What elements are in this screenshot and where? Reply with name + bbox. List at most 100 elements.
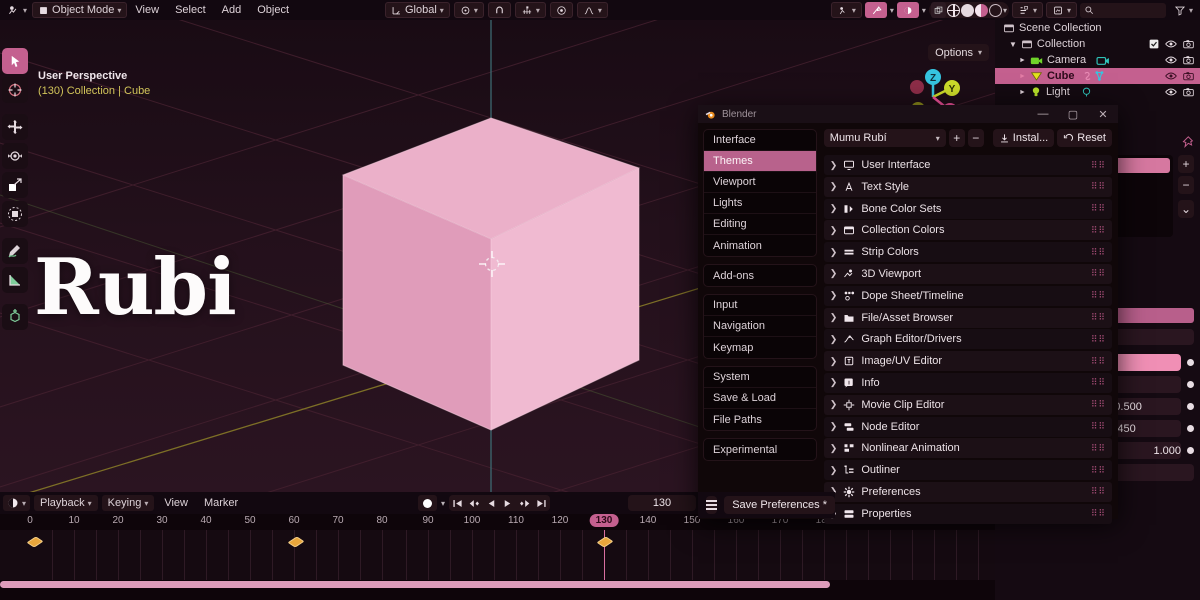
drag-grip-icon[interactable]: ⠿⠿	[1091, 313, 1106, 322]
timeline-editor-icon[interactable]: ▾	[3, 495, 31, 511]
keyframe-marker[interactable]	[26, 536, 44, 548]
viewport-overlays-icon[interactable]	[864, 2, 887, 18]
expander-icon[interactable]: ▼	[1009, 40, 1017, 49]
eye-icon[interactable]	[1165, 87, 1177, 97]
pin-icon[interactable]	[1181, 135, 1194, 149]
viewport-gizmo-icon[interactable]: ▾	[830, 2, 862, 18]
animate-dot[interactable]	[1187, 425, 1194, 432]
material-preview-icon[interactable]	[960, 3, 974, 17]
timeline-scrollbar-thumb[interactable]	[0, 581, 830, 588]
camera-render-icon[interactable]	[1183, 87, 1194, 97]
playback-menu[interactable]: Playback ▾	[34, 495, 98, 511]
sidebar-item-viewport[interactable]: Viewport	[704, 172, 816, 193]
drag-grip-icon[interactable]: ⠿⠿	[1091, 487, 1106, 496]
auto-keying-icon[interactable]	[418, 495, 437, 511]
outliner-row-collection[interactable]: ▼ Collection	[995, 36, 1200, 52]
camera-render-icon[interactable]	[1183, 39, 1194, 49]
theme-category-text-style[interactable]: ❯ Text Style ⠿⠿	[823, 176, 1112, 197]
theme-category-movie-clip-editor[interactable]: ❯ Movie Clip Editor ⠿⠿	[823, 394, 1112, 415]
annotate-tool[interactable]	[2, 238, 28, 264]
play-icon[interactable]	[502, 498, 513, 509]
drag-grip-icon[interactable]: ⠿⠿	[1091, 269, 1106, 278]
drag-grip-icon[interactable]: ⠿⠿	[1091, 356, 1106, 365]
xray-toggle-icon[interactable]	[896, 2, 919, 18]
sidebar-item-experimental[interactable]: Experimental	[704, 439, 816, 460]
camera-render-icon[interactable]	[1183, 71, 1194, 81]
reset-theme-button[interactable]: Reset	[1057, 129, 1112, 147]
keyframe-marker[interactable]	[287, 536, 305, 548]
display-mode-icon[interactable]: ▾	[1011, 2, 1043, 18]
theme-category-bone-color-sets[interactable]: ❯ Bone Color Sets ⠿⠿	[823, 198, 1112, 219]
filter-display-icon[interactable]: ▾	[1045, 2, 1077, 18]
transform-orientation-selector[interactable]: Global ▾	[385, 2, 450, 18]
wireframe-shading-icon[interactable]	[930, 2, 946, 18]
remove-theme-button[interactable]: −	[967, 129, 984, 147]
hamburger-icon[interactable]	[706, 496, 718, 514]
jump-start-icon[interactable]	[452, 498, 463, 509]
sidebar-item-addons[interactable]: Add-ons	[704, 265, 816, 286]
theme-category-user-interface[interactable]: ❯ User Interface ⠿⠿	[823, 155, 1112, 175]
save-preferences-button[interactable]: Save Preferences *	[724, 496, 835, 514]
outliner-row-camera[interactable]: ► Camera	[995, 52, 1200, 68]
menu-select[interactable]: Select	[167, 2, 214, 18]
filter-icon[interactable]: ▾	[1169, 2, 1198, 18]
prev-keyframe-icon[interactable]	[468, 498, 481, 509]
theme-category-graph-editor[interactable]: ❯ Graph Editor/Drivers ⠿⠿	[823, 329, 1112, 350]
current-frame-field[interactable]: 130	[628, 495, 696, 511]
minimize-icon[interactable]: —	[1028, 105, 1058, 123]
outliner-row-scene-collection[interactable]: Scene Collection	[995, 20, 1200, 36]
view-menu[interactable]: View	[158, 495, 194, 511]
preferences-window[interactable]: Blender — ▢ ✕ Interface Themes Viewport …	[698, 105, 1118, 524]
eye-icon[interactable]	[1165, 39, 1177, 49]
theme-category-node-editor[interactable]: ❯ Node Editor ⠿⠿	[823, 416, 1112, 437]
marker-menu[interactable]: Marker	[198, 495, 244, 511]
chevron-down-icon[interactable]: ▾	[441, 499, 445, 508]
close-icon[interactable]: ✕	[1088, 105, 1118, 123]
theme-category-info[interactable]: ❯ Info ⠿⠿	[823, 372, 1112, 393]
maximize-icon[interactable]: ▢	[1058, 105, 1088, 123]
outliner-row-cube[interactable]: ► Cube	[995, 68, 1200, 84]
add-theme-button[interactable]: +	[948, 129, 965, 147]
rotate-tool[interactable]	[2, 143, 28, 169]
drag-grip-icon[interactable]: ⠿⠿	[1091, 509, 1106, 518]
timeline-track-area[interactable]	[0, 530, 995, 580]
keying-menu[interactable]: Keying ▾	[101, 495, 155, 511]
theme-category-nonlinear-animation[interactable]: ❯ Nonlinear Animation ⠿⠿	[823, 438, 1112, 459]
drag-grip-icon[interactable]: ⠿⠿	[1091, 160, 1106, 169]
checkbox-icon[interactable]	[1149, 39, 1159, 49]
theme-preset-selector[interactable]: Mumu Rubí ▾	[823, 129, 946, 147]
chevron-down-icon[interactable]: ▾	[922, 6, 926, 15]
proportional-edit-icon[interactable]	[549, 2, 573, 18]
theme-category-outliner[interactable]: ❯ Outliner ⠿⠿	[823, 460, 1112, 481]
jump-end-icon[interactable]	[536, 498, 547, 509]
theme-category-properties[interactable]: ❯ Properties ⠿⠿	[823, 503, 1112, 524]
eye-icon[interactable]	[1165, 55, 1177, 65]
theme-category-preferences[interactable]: ❯ Preferences ⠿⠿	[823, 481, 1112, 502]
snap-magnet-icon[interactable]	[487, 2, 511, 18]
drag-grip-icon[interactable]: ⠿⠿	[1091, 422, 1106, 431]
expander-icon[interactable]: ►	[1019, 57, 1026, 64]
sidebar-item-themes[interactable]: Themes	[704, 151, 816, 172]
menu-view[interactable]: View	[127, 2, 167, 18]
sidebar-item-system[interactable]: System	[704, 367, 816, 388]
viewport-options-button[interactable]: Options ▾	[928, 44, 989, 61]
drag-grip-icon[interactable]: ⠿⠿	[1091, 247, 1106, 256]
theme-category-3d-viewport[interactable]: ❯ 3D Viewport ⠿⠿	[823, 263, 1112, 284]
chevron-down-icon[interactable]: ▾	[890, 6, 894, 15]
proportional-falloff-icon[interactable]: ▾	[576, 2, 608, 18]
solid-shading-icon[interactable]	[946, 3, 960, 17]
outliner-row-light[interactable]: ► Light	[995, 84, 1200, 100]
theme-category-image-editor[interactable]: ❯ Image/UV Editor ⠿⠿	[823, 351, 1112, 372]
theme-category-file-browser[interactable]: ❯ File/Asset Browser ⠿⠿	[823, 307, 1112, 328]
measure-tool[interactable]	[2, 267, 28, 293]
drag-grip-icon[interactable]: ⠿⠿	[1091, 291, 1106, 300]
drag-grip-icon[interactable]: ⠿⠿	[1091, 400, 1106, 409]
scale-tool[interactable]	[2, 172, 28, 198]
remove-slot-button[interactable]: −	[1178, 176, 1194, 194]
eye-icon[interactable]	[1165, 71, 1177, 81]
add-slot-button[interactable]: +	[1178, 155, 1194, 173]
camera-render-icon[interactable]	[1183, 55, 1194, 65]
sidebar-item-save-load[interactable]: Save & Load	[704, 388, 816, 409]
pivot-point-selector[interactable]: ▾	[453, 2, 484, 18]
animate-dot[interactable]	[1187, 403, 1194, 410]
